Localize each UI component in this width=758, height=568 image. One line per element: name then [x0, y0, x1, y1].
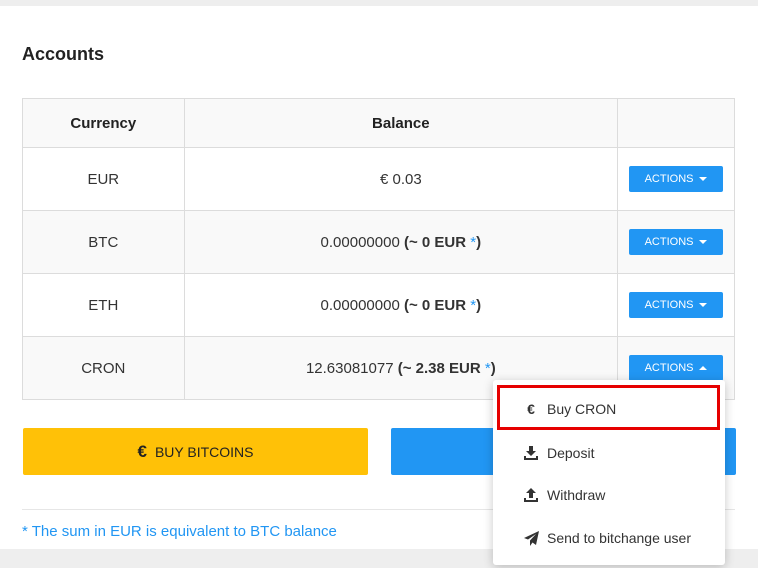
accounts-table: Currency Balance EUR € 0.03 ACTIONS BTC … [22, 98, 735, 400]
download-icon [523, 446, 539, 460]
close-paren: ) [476, 233, 482, 251]
caret-down-icon [699, 177, 708, 181]
buy-bitcoins-label: BUY BITCOINS [154, 443, 254, 460]
actions-label: ACTIONS [644, 362, 694, 374]
buy-bitcoins-button[interactable]: € BUY BITCOINS [23, 428, 368, 475]
actions-cell: ACTIONS [617, 273, 735, 337]
header-balance: Balance [183, 98, 619, 148]
balance-value: 0.00000000 [320, 296, 400, 314]
header-currency: Currency [22, 98, 185, 148]
balance-value: € 0.03 [379, 170, 422, 188]
currency-cell: ETH [22, 273, 185, 337]
actions-button[interactable]: ACTIONS [629, 166, 724, 192]
menu-item-deposit[interactable]: Deposit [493, 433, 725, 473]
actions-button-open[interactable]: ACTIONS [629, 355, 724, 381]
approx-eur: ~ 0 EUR [408, 233, 467, 251]
actions-label: ACTIONS [644, 299, 694, 311]
actions-button[interactable]: ACTIONS [629, 292, 724, 318]
menu-item-label: Withdraw [547, 487, 606, 503]
actions-button[interactable]: ACTIONS [629, 229, 724, 255]
table-row-btc: BTC 0.00000000 (~ 0 EUR *) ACTIONS [22, 210, 735, 274]
actions-label: ACTIONS [644, 173, 694, 185]
menu-item-withdraw[interactable]: Withdraw [493, 475, 725, 515]
page-title: Accounts [22, 44, 105, 64]
menu-item-send-to-user[interactable]: Send to bitchange user [493, 518, 725, 558]
menu-item-label: Deposit [547, 445, 595, 461]
caret-up-icon [699, 366, 708, 370]
balance-cell: € 0.03 [183, 147, 619, 211]
header-actions [617, 98, 735, 148]
currency-cell: EUR [22, 147, 185, 211]
actions-cell: ACTIONS [617, 147, 735, 211]
page: Accounts Currency Balance EUR € 0.03 ACT… [0, 0, 758, 568]
close-paren: ) [476, 296, 482, 314]
menu-item-label: Send to bitchange user [547, 530, 691, 546]
caret-down-icon [699, 240, 708, 244]
table-header-row: Currency Balance [22, 98, 735, 148]
actions-label: ACTIONS [644, 236, 694, 248]
footnote-text: * The sum in EUR is equivalent to BTC ba… [22, 523, 337, 540]
table-row-eth: ETH 0.00000000 (~ 0 EUR *) ACTIONS [22, 273, 735, 337]
actions-cell: ACTIONS [617, 210, 735, 274]
close-paren: ) [490, 359, 496, 377]
balance-value: 0.00000000 [320, 233, 400, 251]
balance-cell: 0.00000000 (~ 0 EUR *) [183, 210, 619, 274]
balance-value: 12.63081077 [305, 359, 394, 377]
currency-cell: CRON [22, 336, 185, 400]
caret-down-icon [699, 303, 708, 307]
highlight-box [497, 385, 720, 430]
table-row-eur: EUR € 0.03 ACTIONS [22, 147, 735, 211]
send-icon [523, 530, 539, 546]
approx-eur: ~ 2.38 EUR [402, 359, 481, 377]
approx-eur: ~ 0 EUR [408, 296, 467, 314]
balance-cell: 0.00000000 (~ 0 EUR *) [183, 273, 619, 337]
upload-icon [523, 488, 539, 502]
euro-icon: € [137, 441, 147, 461]
currency-cell: BTC [22, 210, 185, 274]
